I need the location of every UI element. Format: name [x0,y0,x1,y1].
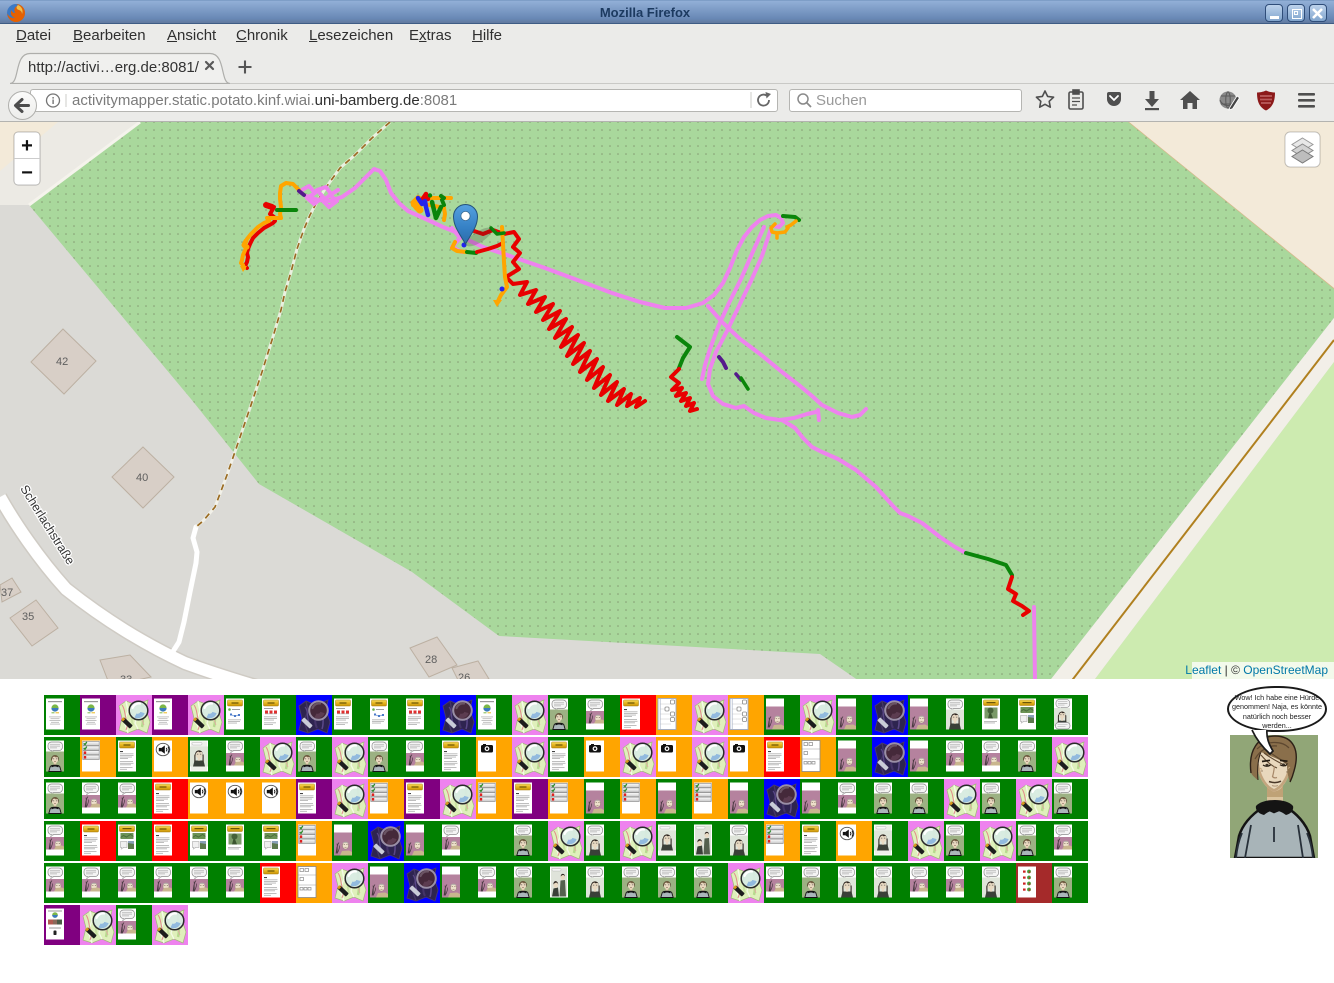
svg-text:40: 40 [136,472,148,484]
svg-text:35: 35 [22,611,34,623]
svg-text:http://activi…erg.de:8081/: http://activi…erg.de:8081/ [28,59,200,76]
svg-text:−: − [21,162,33,184]
svg-text:26: 26 [458,672,470,679]
svg-text:33: 33 [120,674,132,679]
svg-text:Leaflet | © OpenStreetMap: Leaflet | © OpenStreetMap [1185,663,1328,677]
svg-text:42: 42 [56,356,68,368]
svg-text:28: 28 [425,654,437,666]
svg-text:37: 37 [1,587,13,599]
svg-text:+: + [21,135,33,157]
